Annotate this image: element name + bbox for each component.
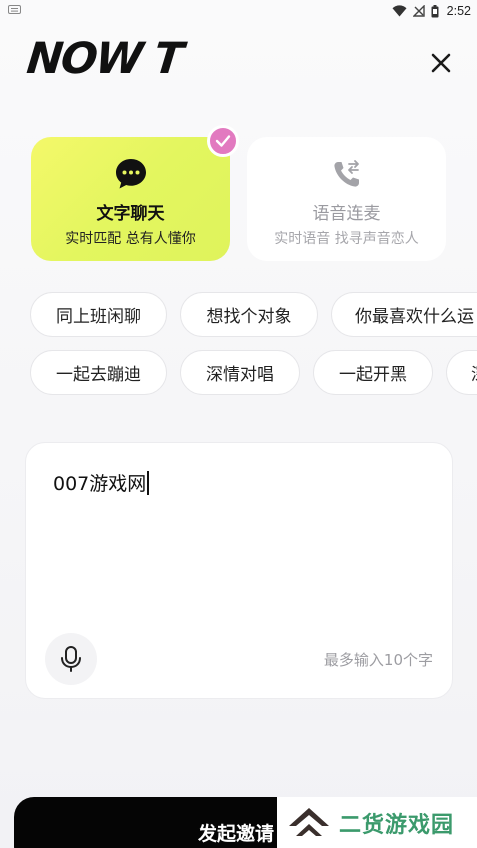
phone-transfer-icon bbox=[333, 160, 359, 187]
check-icon bbox=[215, 135, 231, 147]
topic-tag[interactable]: 一起开黑 bbox=[313, 350, 433, 395]
chat-bubble-icon bbox=[115, 159, 146, 189]
status-time: 2:52 bbox=[446, 4, 471, 18]
wifi-icon bbox=[392, 5, 407, 17]
topic-tag[interactable]: 一起去蹦迪 bbox=[30, 350, 167, 395]
topic-tag[interactable]: 你最喜欢什么运 bbox=[331, 292, 477, 337]
mode-title: 语音连麦 bbox=[312, 204, 381, 224]
mode-title: 文字聊天 bbox=[96, 204, 165, 224]
send-invite-label: 发起邀请 bbox=[197, 823, 274, 845]
close-button[interactable] bbox=[426, 48, 456, 78]
mode-card-text-chat[interactable]: 文字聊天 实时匹配 总有人懂你 bbox=[31, 137, 230, 261]
topic-tag[interactable]: 同上班闲聊 bbox=[30, 292, 167, 337]
text-caret bbox=[147, 470, 150, 495]
invite-text-input[interactable]: 007游戏网 bbox=[53, 469, 150, 496]
char-limit-hint: 最多输入10个字 bbox=[323, 651, 433, 669]
selected-check-badge bbox=[207, 125, 239, 157]
watermark: 二货游戏园 bbox=[277, 797, 477, 848]
mode-card-voice-chat[interactable]: 语音连麦 实时语音 找寻声音恋人 bbox=[247, 137, 446, 261]
microphone-icon bbox=[61, 646, 81, 672]
battery-icon bbox=[431, 4, 439, 17]
topic-tag[interactable]: 想找个对象 bbox=[180, 292, 318, 337]
signal-off-icon bbox=[412, 5, 425, 17]
status-bar: 2:52 bbox=[0, 0, 477, 22]
mode-subtitle: 实时语音 找寻声音恋人 bbox=[274, 231, 419, 247]
topic-tag[interactable]: 深 bbox=[446, 350, 477, 395]
topic-tag[interactable]: 深情对唱 bbox=[180, 350, 300, 395]
mode-subtitle: 实时匹配 总有人懂你 bbox=[65, 231, 196, 247]
keyboard-icon bbox=[8, 5, 21, 14]
app-logo: NOW T bbox=[24, 34, 184, 84]
watermark-logo-icon bbox=[289, 807, 329, 836]
watermark-text: 二货游戏园 bbox=[339, 812, 455, 838]
close-icon bbox=[431, 53, 451, 73]
input-value: 007游戏网 bbox=[53, 473, 147, 495]
invite-text-panel: 007游戏网 最多输入10个字 bbox=[25, 442, 453, 699]
voice-input-button[interactable] bbox=[45, 633, 97, 685]
